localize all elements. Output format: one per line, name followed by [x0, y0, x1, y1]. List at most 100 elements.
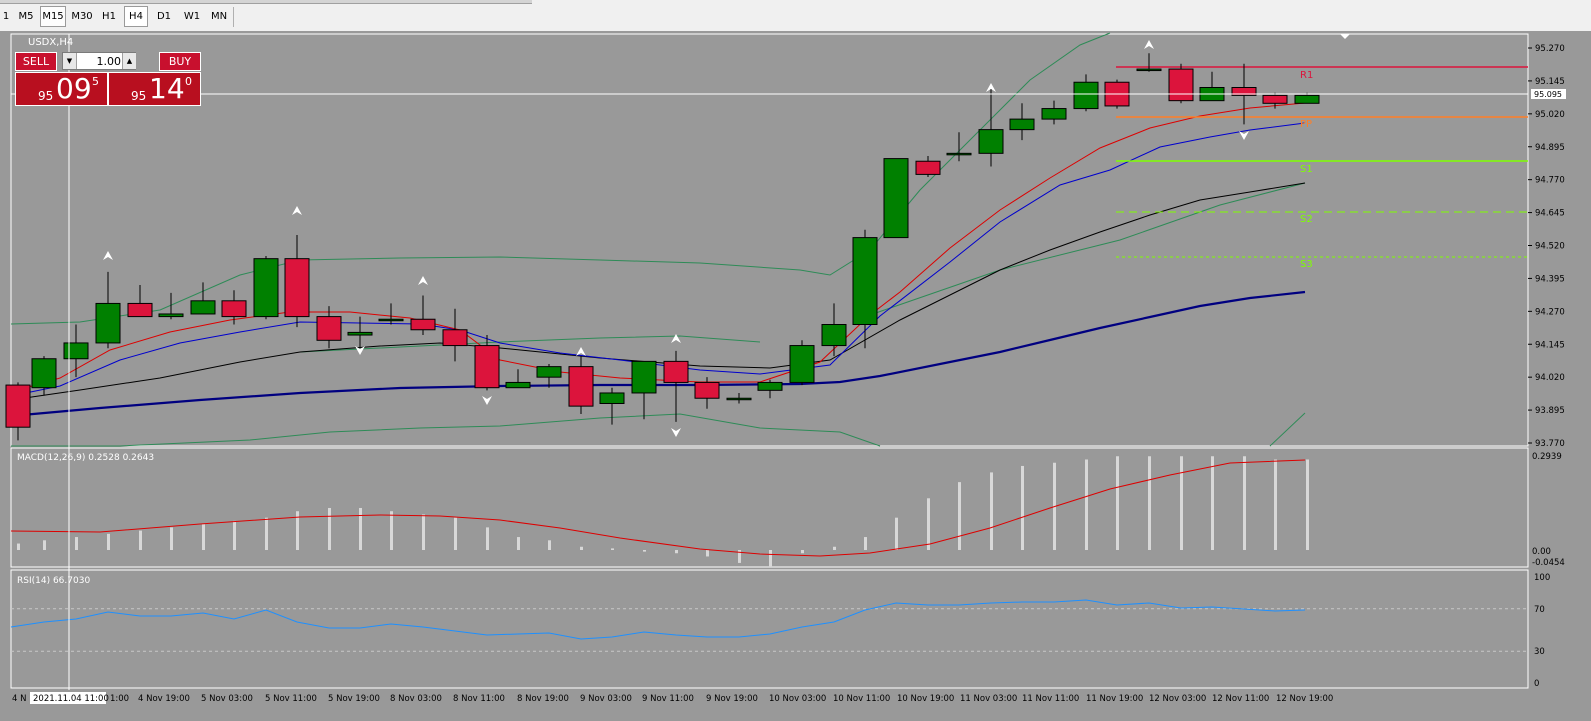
time-axis-label: 12 Nov 19:00 — [1276, 694, 1333, 704]
bear-candle — [221, 300, 247, 318]
time-axis-label: 8 Nov 11:00 — [453, 694, 505, 704]
pivot-s2-label: S2 — [1300, 214, 1313, 225]
tf-button-m1[interactable]: 1 — [0, 6, 12, 27]
bull-candle — [599, 392, 625, 405]
tf-button-h1[interactable]: H1 — [97, 6, 121, 27]
rsi-scale-label: 0 — [1534, 679, 1539, 689]
time-axis-label: 5 Nov 11:00 — [265, 694, 317, 704]
macd-histogram-bar — [390, 511, 393, 550]
macd-histogram-bar — [990, 472, 993, 550]
bear-candle — [568, 366, 594, 407]
tf-button-m5[interactable]: M5 — [14, 6, 38, 27]
macd-histogram-bar — [43, 540, 46, 550]
lot-decrease-button[interactable]: ▼ — [63, 53, 77, 69]
macd-histogram-bar — [706, 550, 709, 557]
macd-histogram-bar — [895, 517, 898, 550]
tf-button-mn[interactable]: MN — [206, 6, 232, 27]
buy-price-sup: 0 — [185, 75, 192, 88]
buy-price-prefix: 95 — [131, 89, 147, 103]
sell-price-main: 09 — [56, 72, 92, 105]
bull-candle — [95, 302, 121, 344]
time-axis-label: 10 Nov 19:00 — [897, 694, 954, 704]
macd-histogram-bar — [170, 527, 173, 550]
price-axis-label: 93.770 — [1535, 439, 1565, 449]
macd-histogram-bar — [75, 537, 78, 550]
bear-candle — [127, 302, 153, 318]
price-axis-label: 94.395 — [1535, 274, 1565, 284]
bear-candle — [410, 318, 436, 331]
macd-histogram-bar — [107, 533, 110, 550]
chart-window[interactable]: 95.270 95.145 95.020 94.895 94.770 94.645 94.5… — [0, 31, 1591, 721]
bear-candle — [1168, 68, 1194, 102]
bull-candle — [347, 331, 373, 336]
rsi-scale-label: 100 — [1534, 573, 1550, 583]
price-axis-label: 93.895 — [1535, 406, 1565, 416]
price-axis-label: 94.270 — [1535, 307, 1565, 317]
current-price-label: 95.095 — [1534, 90, 1562, 99]
macd-histogram-bar — [1116, 456, 1119, 550]
macd-histogram-bar — [486, 527, 489, 550]
macd-histogram-bar — [1306, 459, 1309, 550]
time-axis-label: 5 Nov 19:00 — [328, 694, 380, 704]
pivot-s3-label: S3 — [1300, 259, 1313, 270]
macd-histogram-bar — [548, 540, 551, 550]
bull-candle — [1009, 118, 1035, 131]
time-axis-label: 10 Nov 03:00 — [769, 694, 826, 704]
bull-candle — [852, 237, 878, 326]
macd-scale-label: -0.0454 — [1532, 558, 1565, 568]
macd-histogram-bar — [611, 548, 614, 550]
lot-increase-button[interactable]: ▲ — [122, 53, 136, 69]
macd-histogram-bar — [643, 550, 646, 552]
bull-candle — [978, 129, 1004, 154]
bull-candle — [505, 381, 531, 389]
bull-candle — [190, 300, 216, 315]
macd-histogram-bar — [1274, 459, 1277, 550]
price-axis-label: 94.145 — [1535, 340, 1565, 350]
bull-candle — [536, 366, 562, 378]
macd-histogram-bar — [864, 537, 867, 550]
tf-button-d1[interactable]: D1 — [151, 6, 177, 27]
macd-histogram-bar — [1021, 465, 1024, 550]
symbol-title: USDX,H4 — [28, 37, 73, 48]
time-axis-label: 9 Nov 19:00 — [706, 694, 758, 704]
sell-price-display[interactable]: 95 09 5 — [15, 72, 108, 106]
price-axis-label: 94.020 — [1535, 373, 1565, 383]
bull-candle — [158, 313, 184, 318]
bull-candle — [757, 381, 783, 391]
bear-candle — [1262, 94, 1288, 104]
pivot-s1-label: S1 — [1300, 164, 1313, 175]
price-axis-label: 94.895 — [1535, 143, 1565, 153]
macd-scale-label: 0.2939 — [1532, 452, 1562, 462]
bear-candle — [474, 345, 500, 389]
sell-button[interactable]: SELL — [15, 52, 57, 71]
chart-canvas[interactable]: 95.270 95.145 95.020 94.895 94.770 94.645 94.5… — [0, 31, 1591, 721]
lot-size-input[interactable] — [77, 54, 121, 68]
price-axis-label: 94.645 — [1535, 209, 1565, 219]
bull-candle — [789, 345, 815, 383]
buy-button[interactable]: BUY — [159, 52, 201, 71]
bear-candle — [284, 258, 310, 318]
pivot-r1-label: R1 — [1300, 70, 1313, 81]
tf-button-w1[interactable]: W1 — [179, 6, 205, 27]
bull-candle — [253, 258, 279, 318]
lot-size-control: ▼ ▲ — [62, 52, 136, 70]
macd-histogram-bar — [833, 546, 836, 550]
tf-button-m15[interactable]: M15 — [40, 6, 66, 27]
time-axis-label: 10 Nov 11:00 — [833, 694, 890, 704]
price-axis-label: 95.020 — [1535, 110, 1565, 120]
tf-button-h4[interactable]: H4 — [124, 6, 148, 27]
macd-histogram-bar — [1243, 456, 1246, 550]
buy-price-display[interactable]: 95 14 0 — [108, 72, 201, 106]
macd-histogram-bar — [769, 550, 772, 567]
macd-histogram-bar — [1148, 456, 1151, 550]
macd-histogram-bar — [517, 537, 520, 550]
bull-candle — [1041, 108, 1067, 120]
time-axis-label: 1:00 — [110, 694, 129, 704]
macd-histogram-bar — [580, 546, 583, 550]
bull-candle — [378, 318, 404, 322]
tf-button-m30[interactable]: M30 — [68, 6, 96, 27]
macd-histogram-bar — [675, 550, 678, 554]
bear-candle — [694, 381, 720, 399]
timeframe-toolbar: 1 M5 M15 M30 H1 H4 D1 W1 MN — [0, 0, 1591, 32]
time-axis-label: 8 Nov 19:00 — [517, 694, 569, 704]
